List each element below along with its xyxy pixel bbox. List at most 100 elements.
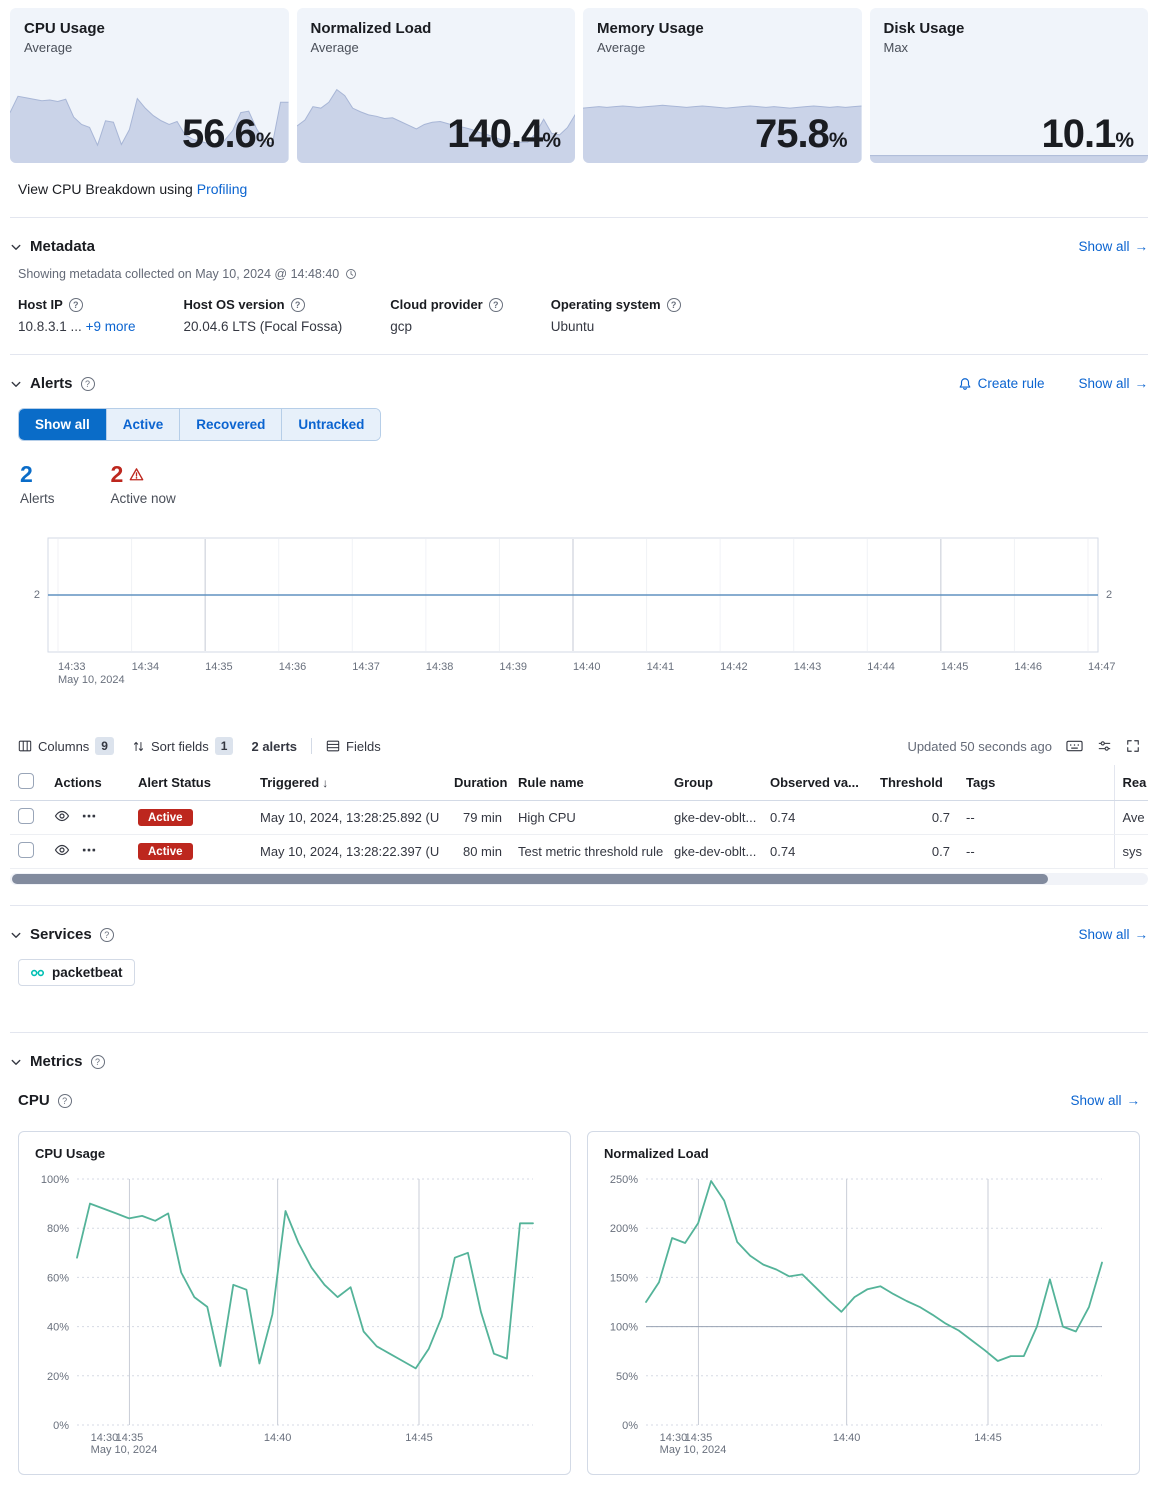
scrollbar-thumb[interactable] bbox=[12, 874, 1048, 884]
table-row: Active May 10, 2024, 13:28:22.397 (U 80 … bbox=[10, 835, 1148, 869]
col-triggered[interactable]: Triggered bbox=[252, 765, 446, 801]
svg-text:100%: 100% bbox=[610, 1322, 638, 1334]
metrics-cpu-group: CPU Show all bbox=[18, 1092, 1140, 1109]
kpi-subtitle: Average bbox=[10, 40, 289, 55]
cell-duration: 79 min bbox=[446, 801, 510, 835]
arrow-right-icon bbox=[1135, 239, 1149, 254]
kpi-title: Normalized Load bbox=[297, 8, 576, 40]
create-rule-button[interactable]: Create rule bbox=[958, 376, 1045, 391]
tab-show-all[interactable]: Show all bbox=[19, 409, 106, 440]
packetbeat-icon bbox=[30, 967, 45, 979]
cell-group: gke-dev-oblt... bbox=[666, 801, 762, 835]
question-icon[interactable] bbox=[291, 298, 305, 312]
col-rule-name: Rule name bbox=[510, 765, 666, 801]
question-icon[interactable] bbox=[667, 298, 681, 312]
kpi-subtitle: Max bbox=[870, 40, 1149, 55]
svg-text:May 10, 2024: May 10, 2024 bbox=[58, 674, 125, 686]
cell-rule-name: Test metric threshold rule bbox=[510, 835, 666, 869]
stat-alerts-count: 2 Alerts bbox=[20, 461, 55, 506]
row-checkbox[interactable] bbox=[18, 808, 34, 824]
table-row: Active May 10, 2024, 13:28:25.892 (U 79 … bbox=[10, 801, 1148, 835]
kpi-subtitle: Average bbox=[583, 40, 862, 55]
tab-recovered[interactable]: Recovered bbox=[179, 409, 281, 440]
cell-threshold: 0.7 bbox=[872, 835, 958, 869]
view-alert-icon[interactable] bbox=[54, 842, 70, 858]
section-divider bbox=[10, 1032, 1148, 1033]
cell-triggered: May 10, 2024, 13:28:25.892 (U bbox=[252, 801, 446, 835]
service-link-packetbeat[interactable]: packetbeat bbox=[18, 959, 135, 986]
chevron-down-icon[interactable] bbox=[10, 241, 22, 253]
cell-threshold: 0.7 bbox=[872, 801, 958, 835]
metadata-fields: Host IP 10.8.3.1 ... +9 more Host OS ver… bbox=[18, 297, 1140, 334]
more-actions-icon[interactable] bbox=[82, 809, 96, 823]
alerts-status-filter: Show all Active Recovered Untracked bbox=[18, 408, 381, 441]
fields-icon bbox=[326, 739, 340, 753]
alerts-show-all-link[interactable]: Show all bbox=[1078, 376, 1148, 391]
svg-text:2: 2 bbox=[34, 589, 40, 601]
kpi-card-disk-usage: Disk Usage Max 10.1% bbox=[870, 8, 1149, 163]
chevron-down-icon[interactable] bbox=[10, 929, 22, 941]
display-options-icon[interactable] bbox=[1097, 739, 1112, 753]
columns-count-badge: 9 bbox=[95, 737, 114, 755]
svg-text:14:30: 14:30 bbox=[660, 1432, 688, 1444]
metrics-title: Metrics bbox=[30, 1053, 83, 1070]
normalized-load-chart-panel: Normalized Load 0%50%100%150%200%250%14:… bbox=[587, 1131, 1140, 1475]
chevron-down-icon[interactable] bbox=[10, 378, 22, 390]
section-divider bbox=[10, 905, 1148, 906]
alerts-title: Alerts bbox=[30, 375, 73, 392]
metadata-field-host-os-version: Host OS version 20.04.6 LTS (Focal Fossa… bbox=[183, 297, 342, 334]
svg-text:250%: 250% bbox=[610, 1174, 638, 1186]
field-label: Cloud provider bbox=[390, 297, 482, 312]
question-icon[interactable] bbox=[100, 928, 114, 942]
metrics-charts-row: CPU Usage 0%20%40%60%80%100%14:30May 10,… bbox=[18, 1131, 1140, 1475]
fields-button[interactable]: Fields bbox=[326, 739, 381, 754]
updated-text: Updated 50 seconds ago bbox=[907, 739, 1052, 754]
question-icon[interactable] bbox=[81, 377, 95, 391]
cell-observed-value: 0.74 bbox=[762, 801, 872, 835]
question-icon[interactable] bbox=[69, 298, 83, 312]
question-icon[interactable] bbox=[91, 1055, 105, 1069]
host-ip-more-link[interactable]: +9 more bbox=[86, 319, 136, 334]
tab-untracked[interactable]: Untracked bbox=[281, 409, 380, 440]
col-alert-status: Alert Status bbox=[130, 765, 252, 801]
profiling-link[interactable]: Profiling bbox=[197, 181, 248, 197]
metadata-field-cloud-provider: Cloud provider gcp bbox=[390, 297, 502, 334]
keyboard-shortcuts-icon[interactable] bbox=[1066, 739, 1083, 753]
svg-text:14:35: 14:35 bbox=[116, 1432, 144, 1444]
cell-reason: Ave bbox=[1114, 801, 1148, 835]
cpu-usage-chart-panel: CPU Usage 0%20%40%60%80%100%14:30May 10,… bbox=[18, 1131, 571, 1475]
more-actions-icon[interactable] bbox=[82, 843, 96, 857]
metrics-show-all-link[interactable]: Show all bbox=[1070, 1093, 1140, 1108]
services-section: Services Show all packetbeat bbox=[10, 926, 1148, 1012]
columns-button[interactable]: Columns 9 bbox=[18, 737, 114, 755]
status-badge[interactable]: Active bbox=[138, 809, 193, 826]
alerts-stats: 2 Alerts 2 Active now bbox=[20, 461, 1138, 506]
kpi-row: CPU Usage Average 56.6% Normalized Load … bbox=[10, 8, 1148, 163]
chevron-down-icon[interactable] bbox=[10, 1056, 22, 1068]
services-show-all-link[interactable]: Show all bbox=[1078, 927, 1148, 942]
host-overview-page: CPU Usage Average 56.6% Normalized Load … bbox=[0, 0, 1158, 1491]
field-label: Host IP bbox=[18, 297, 63, 312]
sort-fields-button[interactable]: Sort fields 1 bbox=[132, 737, 234, 755]
svg-text:14:41: 14:41 bbox=[647, 661, 675, 673]
question-icon[interactable] bbox=[489, 298, 503, 312]
question-icon[interactable] bbox=[58, 1094, 72, 1108]
alerts-count-text: 2 alerts bbox=[251, 739, 297, 754]
select-all-checkbox[interactable] bbox=[18, 773, 34, 789]
svg-text:14:46: 14:46 bbox=[1014, 661, 1042, 673]
svg-text:0%: 0% bbox=[53, 1420, 69, 1432]
svg-text:14:43: 14:43 bbox=[794, 661, 822, 673]
svg-text:14:45: 14:45 bbox=[974, 1432, 1002, 1444]
svg-text:14:47: 14:47 bbox=[1088, 661, 1116, 673]
view-alert-icon[interactable] bbox=[54, 808, 70, 824]
metadata-collected-text: Showing metadata collected on May 10, 20… bbox=[18, 267, 1140, 281]
kpi-subtitle: Average bbox=[297, 40, 576, 55]
svg-text:100%: 100% bbox=[41, 1174, 69, 1186]
row-checkbox[interactable] bbox=[18, 842, 34, 858]
section-divider bbox=[10, 217, 1148, 218]
fullscreen-icon[interactable] bbox=[1126, 739, 1140, 753]
svg-text:14:38: 14:38 bbox=[426, 661, 454, 673]
status-badge[interactable]: Active bbox=[138, 843, 193, 860]
metadata-show-all-link[interactable]: Show all bbox=[1078, 239, 1148, 254]
tab-active[interactable]: Active bbox=[106, 409, 180, 440]
